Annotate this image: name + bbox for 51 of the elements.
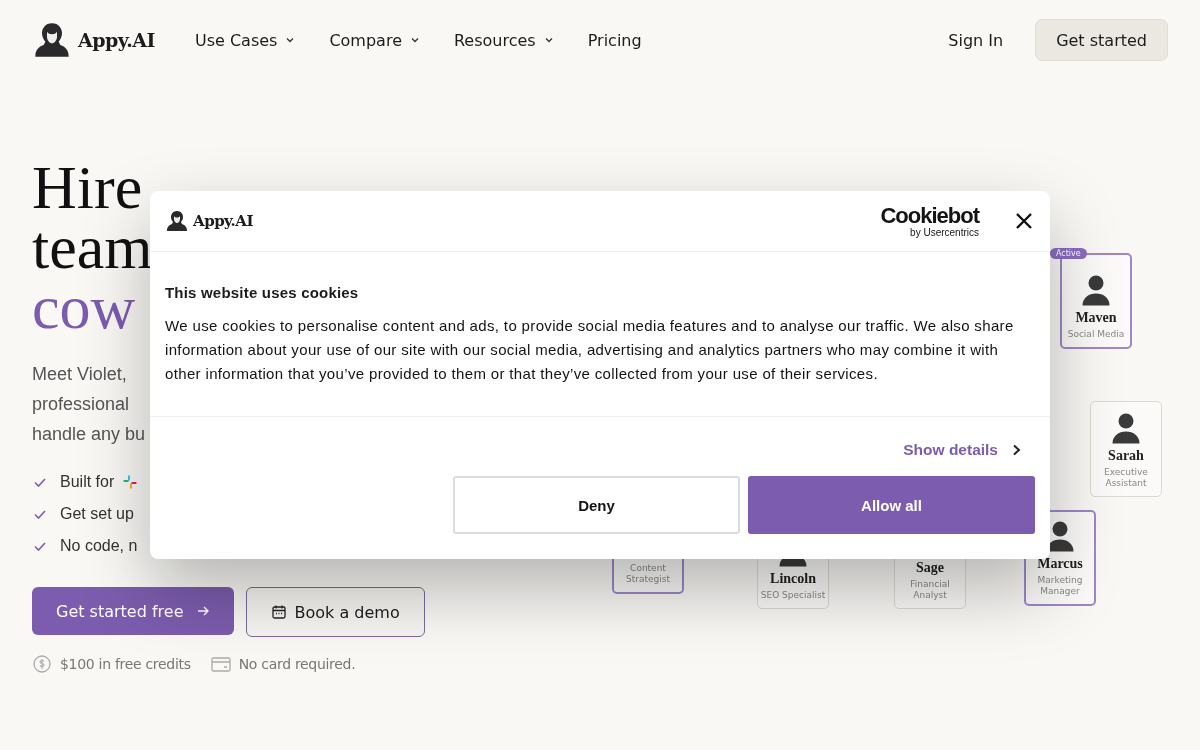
brand-subtitle: by Usercentrics <box>910 226 979 238</box>
agent-name: Sarah <box>1108 448 1144 464</box>
dollar-circle-icon <box>32 655 52 673</box>
logo-text: Appy.AI <box>78 29 155 51</box>
brand-logo-text: Cookiebot <box>880 204 979 227</box>
chevron-right-icon <box>1012 444 1022 456</box>
perk-text: $100 in free credits <box>60 656 191 672</box>
chevron-down-icon <box>543 35 554 45</box>
chevron-down-icon <box>285 35 296 45</box>
dialog-title: This website uses cookies <box>165 284 360 301</box>
agent-name: Lincoln <box>770 571 816 587</box>
card-icon <box>210 655 231 673</box>
intro-text: Meet Violet, <box>32 363 127 386</box>
arrow-right-icon <box>195 604 210 618</box>
agent-name: Maven <box>1075 310 1117 326</box>
deny-button[interactable]: Deny <box>453 476 740 534</box>
agent-role: Content Strategist <box>625 563 671 585</box>
show-details-link[interactable]: Show details <box>903 441 1022 459</box>
get-started-free-button[interactable]: Get started free <box>32 587 234 635</box>
agent-role: Financial Analyst <box>909 579 951 601</box>
check-text: Built for <box>60 473 115 491</box>
headline: Hire <box>32 157 143 217</box>
nav-link[interactable]: Pricing <box>587 30 642 50</box>
agent-role: Marketing Manager <box>1036 575 1084 597</box>
allow-all-button[interactable]: Allow all <box>748 476 1035 534</box>
book-demo-button[interactable]: Book a demo <box>245 587 425 637</box>
logo-text: Appy.AI <box>193 212 253 230</box>
agent-name: Sage <box>916 560 944 576</box>
agent-role: Executive Assistant <box>1103 467 1149 489</box>
check-text: Get set up <box>60 505 134 523</box>
chevron-down-icon <box>409 35 420 45</box>
check-text: No code, n <box>60 537 138 555</box>
bust-logo-icon <box>32 20 72 60</box>
headline: team <box>32 217 153 277</box>
bust-logo-icon <box>165 209 189 233</box>
agent-name: Marcus <box>1037 556 1083 572</box>
get-started-button[interactable]: Get started <box>1035 19 1168 61</box>
perk-text: No card required. <box>238 656 356 672</box>
intro-text: professional <box>32 393 130 416</box>
agent-role: Social Media <box>1067 329 1125 340</box>
sign-in-link[interactable]: Sign In <box>948 30 1004 50</box>
agent-role: SEO Specialist <box>760 590 826 601</box>
dialog-text: We use cookies to personalise content and ads, to provide social media features and to analyse our traffic. We also share information about your use of our site with our social media, advertising and analytics partners who may combine it with other information that you’ve provided to them or that they’ve collected from your use of their services. <box>165 316 1015 384</box>
active-badge: Active <box>1050 248 1087 259</box>
nav-link[interactable]: Compare <box>329 30 420 50</box>
intro-text: handle any bu <box>32 423 146 446</box>
calendar-icon <box>270 604 287 620</box>
slack-logo-icon <box>122 474 139 490</box>
headline: cow <box>32 277 136 337</box>
nav-link[interactable]: Use Cases <box>194 30 296 50</box>
nav-link[interactable]: Resources <box>453 30 554 50</box>
